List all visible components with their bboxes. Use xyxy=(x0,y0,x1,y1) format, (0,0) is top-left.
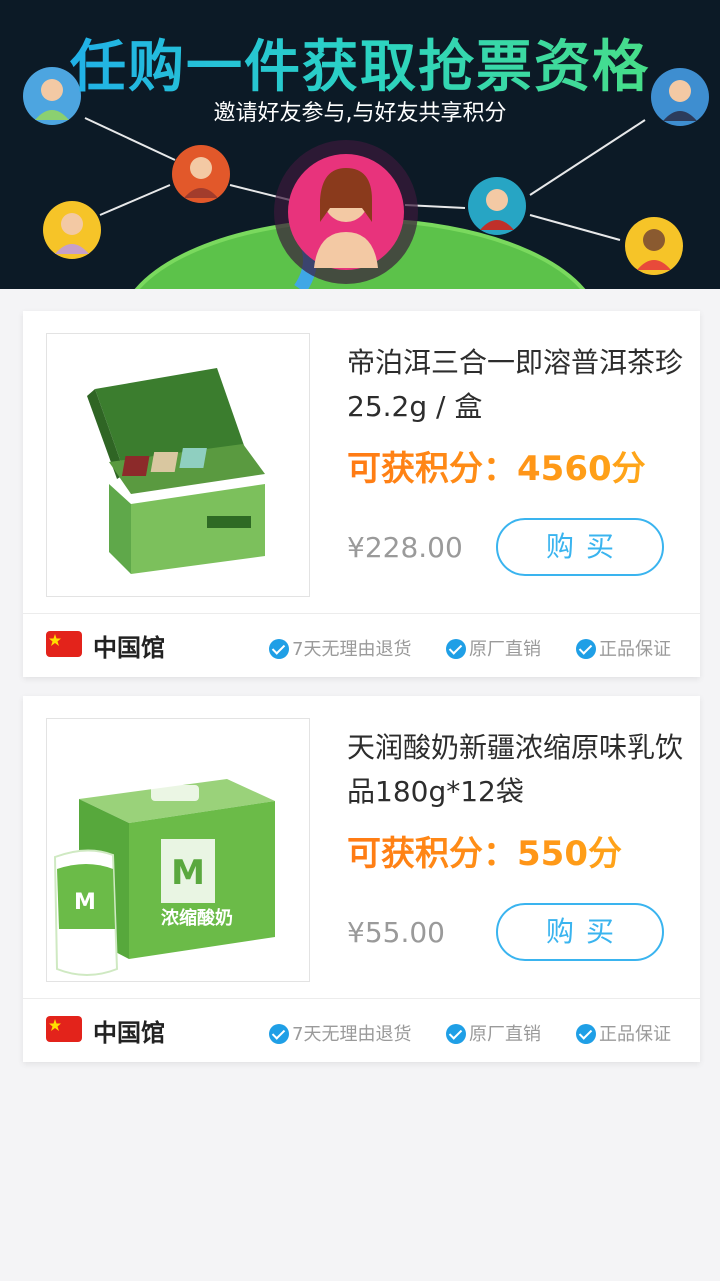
svg-text:浓缩酸奶: 浓缩酸奶 xyxy=(161,907,233,929)
product-price: ¥55.00 xyxy=(347,916,445,949)
genuine-badge: 正品保证 xyxy=(576,635,671,661)
svg-text:M: M xyxy=(74,890,96,915)
direct-sale-badge: 原厂直销 xyxy=(446,635,541,661)
product-price: ¥228.00 xyxy=(347,531,463,564)
return-policy-badge: 7天无理由退货 xyxy=(269,635,411,661)
product-image[interactable]: M 浓缩酸奶 M xyxy=(46,718,310,982)
china-flag-icon xyxy=(46,1016,82,1042)
check-icon xyxy=(446,639,466,659)
banner-title: 任购一件获取抢票资格 xyxy=(0,22,720,103)
return-policy-badge: 7天无理由退货 xyxy=(269,1020,411,1046)
product-card[interactable]: 帝泊洱三合一即溶普洱茶珍 25.2g / 盒 可获积分：4560分 ¥228.0… xyxy=(23,311,700,677)
yogurt-box-image: M 浓缩酸奶 M xyxy=(53,779,275,976)
check-icon xyxy=(269,639,289,659)
check-icon xyxy=(446,1024,466,1044)
check-icon xyxy=(269,1024,289,1044)
reward-points: 可获积分：4560分 xyxy=(347,441,692,490)
china-flag-icon xyxy=(46,631,82,657)
product-image[interactable] xyxy=(46,333,310,597)
card-footer: 中国馆 7天无理由退货 原厂直销 正品保证 xyxy=(23,999,700,1062)
reward-points: 可获积分：550分 xyxy=(347,826,692,875)
check-icon xyxy=(576,639,596,659)
product-title[interactable]: 天润酸奶新疆浓缩原味乳饮品180g*12袋 xyxy=(347,726,687,814)
banner-subtitle: 邀请好友参与,与好友共享积分 xyxy=(213,101,507,126)
card-footer: 中国馆 7天无理由退货 原厂直销 正品保证 xyxy=(23,614,700,677)
check-icon xyxy=(576,1024,596,1044)
svg-text:M: M xyxy=(171,853,205,893)
genuine-badge: 正品保证 xyxy=(576,1020,671,1046)
direct-sale-badge: 原厂直销 xyxy=(446,1020,541,1046)
pavilion-label: 中国馆 xyxy=(93,1019,165,1047)
promo-banner[interactable]: 任购一件获取抢票资格 邀请好友参与,与好友共享积分 xyxy=(0,0,720,289)
product-card[interactable]: M 浓缩酸奶 M 天润酸奶新疆浓缩原味乳饮品180g*12袋 可获积分：550分… xyxy=(23,696,700,1062)
tea-gift-box-image xyxy=(87,368,265,574)
pavilion-label: 中国馆 xyxy=(93,634,165,662)
buy-button[interactable]: 购买 xyxy=(496,903,664,961)
product-title[interactable]: 帝泊洱三合一即溶普洱茶珍 25.2g / 盒 xyxy=(347,341,687,429)
buy-button[interactable]: 购买 xyxy=(496,518,664,576)
